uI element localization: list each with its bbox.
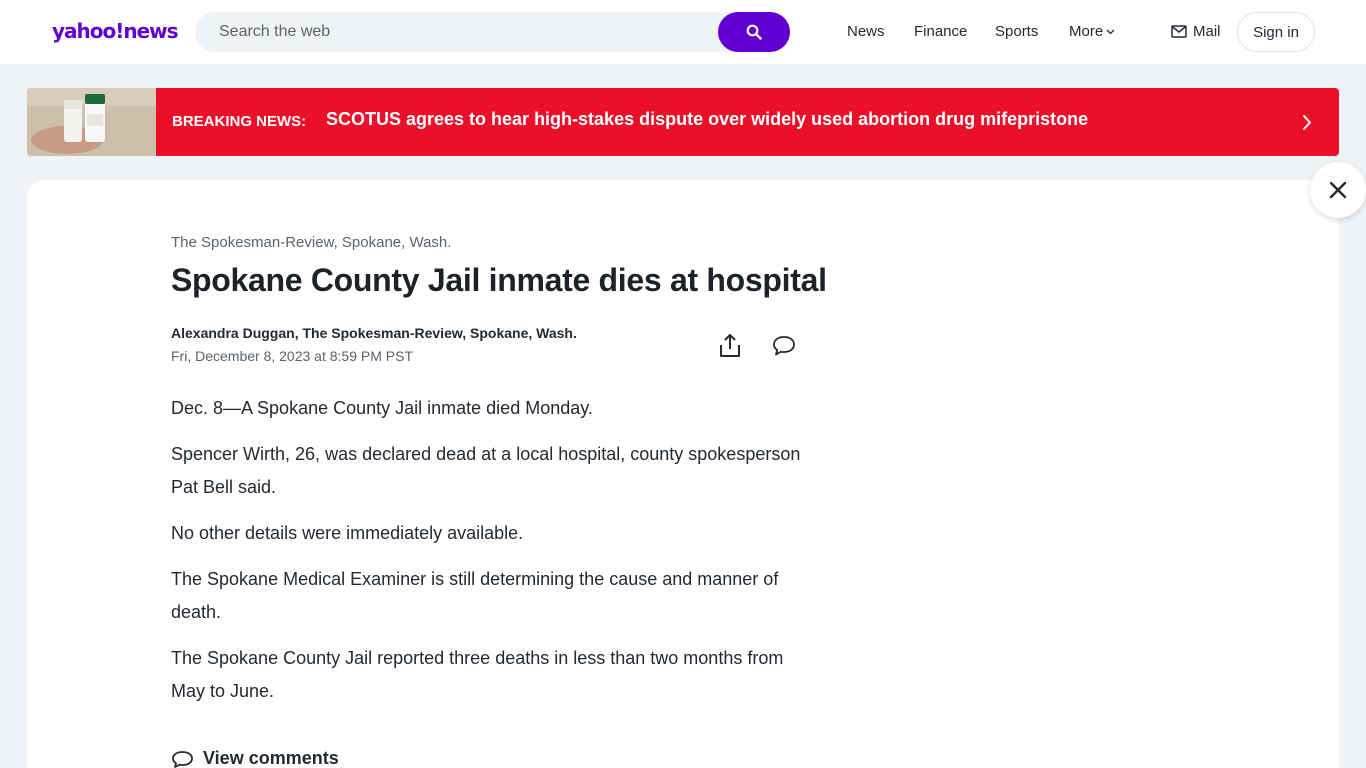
chevron-right-icon[interactable] bbox=[1302, 114, 1312, 131]
comment-icon bbox=[172, 750, 193, 768]
mail-label: Mail bbox=[1193, 23, 1221, 40]
search-icon bbox=[746, 24, 762, 40]
pill-bottles-image bbox=[27, 88, 156, 156]
article-paragraph: The Spokane Medical Examiner is still de… bbox=[171, 569, 779, 622]
sign-in-button[interactable]: Sign in bbox=[1237, 12, 1315, 52]
nav-more[interactable]: More bbox=[1069, 23, 1115, 40]
article-provider[interactable]: The Spokesman-Review, Spokane, Wash. bbox=[171, 234, 451, 251]
article-paragraph: No other details were immediately availa… bbox=[171, 523, 524, 543]
mail-icon bbox=[1171, 25, 1187, 38]
mail-link[interactable]: Mail bbox=[1171, 23, 1221, 40]
breaking-news-headline[interactable]: SCOTUS agrees to hear high-stakes disput… bbox=[326, 109, 1088, 130]
article-paragraph: Dec. 8—A Spokane County Jail inmate died… bbox=[171, 398, 593, 418]
chevron-down-icon bbox=[1106, 29, 1115, 35]
search-input[interactable] bbox=[195, 12, 718, 52]
article-title: Spokane County Jail inmate dies at hospi… bbox=[171, 262, 827, 298]
view-comments-label: View comments bbox=[203, 748, 339, 768]
article-date: Fri, December 8, 2023 at 8:59 PM PST bbox=[171, 348, 413, 364]
search-bar bbox=[195, 12, 790, 52]
close-button[interactable] bbox=[1310, 162, 1366, 218]
nav-news[interactable]: News bbox=[847, 23, 885, 40]
nav-sports[interactable]: Sports bbox=[995, 23, 1038, 40]
share-icon[interactable] bbox=[718, 333, 742, 358]
article-paragraph: The Spokane County Jail reported three d… bbox=[171, 648, 784, 701]
close-icon bbox=[1329, 181, 1347, 199]
comment-icon[interactable] bbox=[772, 335, 796, 357]
yahoo-news-logo[interactable]: yahoo!news bbox=[52, 19, 179, 43]
breaking-news-label: BREAKING NEWS: bbox=[172, 113, 307, 130]
view-comments-button[interactable]: View comments bbox=[171, 748, 339, 768]
breaking-news-thumbnail bbox=[27, 88, 156, 156]
article-author: Alexandra Duggan, The Spokesman-Review, … bbox=[171, 325, 577, 341]
article-paragraph: Spencer Wirth, 26, was declared dead at … bbox=[171, 444, 801, 497]
top-header: yahoo!news News Finance Sports More Mail… bbox=[0, 0, 1366, 64]
nav-finance[interactable]: Finance bbox=[914, 23, 967, 40]
article-body: Dec. 8—A Spokane County Jail inmate died… bbox=[171, 392, 821, 721]
breaking-news-banner[interactable]: BREAKING NEWS: SCOTUS agrees to hear hig… bbox=[27, 88, 1339, 156]
search-button[interactable] bbox=[718, 12, 790, 52]
nav-more-label: More bbox=[1069, 23, 1104, 40]
